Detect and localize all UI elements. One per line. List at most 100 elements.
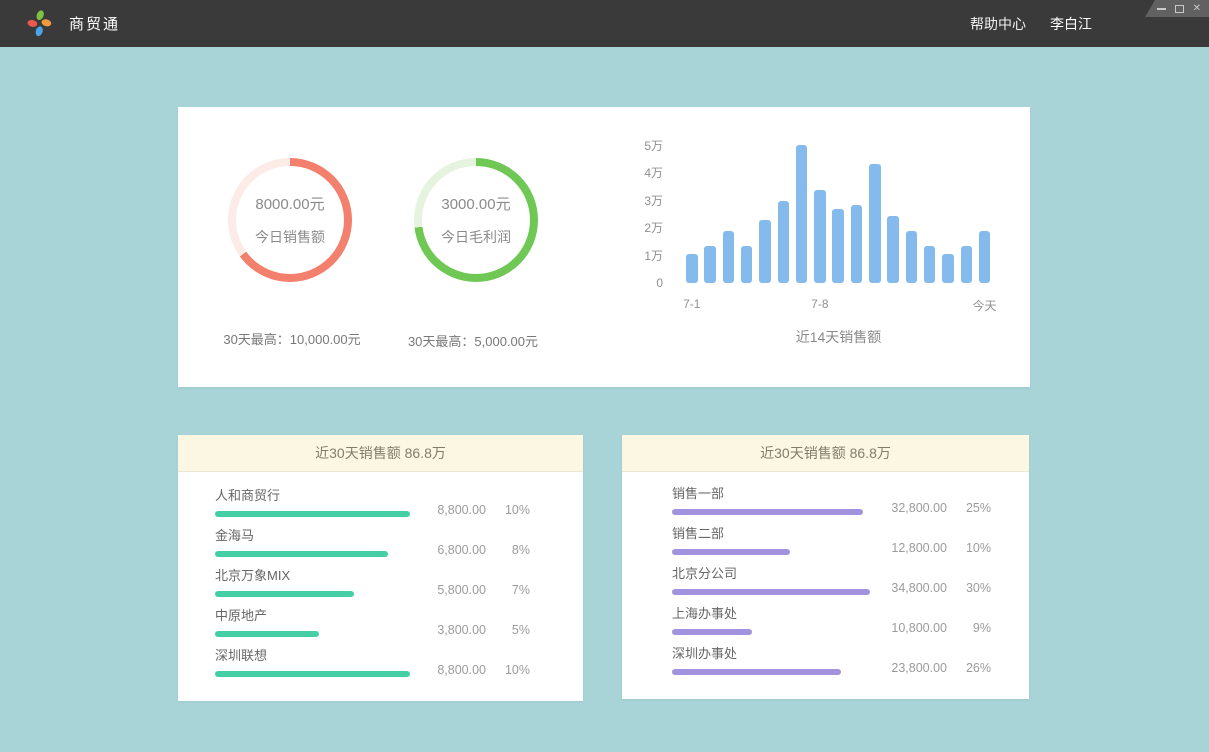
row-bar xyxy=(215,511,410,517)
today-sales-label: 今日销售额 xyxy=(255,227,325,247)
row-name: 深圳联想 xyxy=(215,646,530,664)
row-bar xyxy=(672,589,870,595)
titlebar: 商贸通 帮助中心 李白江 ✕ xyxy=(0,0,1209,47)
row-amount: 32,800.00 xyxy=(891,501,947,515)
row-bar xyxy=(672,629,752,635)
daily-sales-y-axis: 01万2万3万4万5万 xyxy=(608,143,663,283)
row-name: 北京万象MIX xyxy=(215,566,530,584)
row-values: 32,800.00 25% xyxy=(891,501,991,515)
row-amount: 10,800.00 xyxy=(891,621,947,635)
today-sales-value: 8000.00元 xyxy=(255,193,324,214)
row-amount: 3,800.00 xyxy=(437,623,486,637)
list-row: 深圳联想8,800.00 10% xyxy=(215,646,530,686)
today-profit-value: 3000.00元 xyxy=(441,193,510,214)
overview-panel: 8000.00元 今日销售额 30天最高：10,000.00元 3000.00元… xyxy=(178,107,1030,387)
sales-bar-day-3 xyxy=(723,231,735,283)
row-amount: 8,800.00 xyxy=(437,503,486,517)
window-controls: ✕ xyxy=(1145,0,1209,17)
list-row: 中原地产3,800.00 5% xyxy=(215,606,530,646)
username-menu[interactable]: 李白江 xyxy=(1050,14,1092,34)
x-axis-tick: 7-8 xyxy=(811,297,828,311)
department-sales-list: 销售一部32,800.0025%销售二部12,800.0010%北京分公司34,… xyxy=(622,472,1029,684)
row-values: 8,800.00 10% xyxy=(437,503,530,517)
row-amount: 6,800.00 xyxy=(437,543,486,557)
department-sales-panel: 近30天销售额 86.8万 销售一部32,800.00 25% 销售二部12,800… xyxy=(622,435,1029,699)
department-panel-title: 近30天销售额 86.8万 xyxy=(622,435,1029,472)
row-percent: 10% xyxy=(498,503,530,517)
row-name: 金海马 xyxy=(215,526,530,544)
row-name: 深圳办事处 xyxy=(672,644,991,662)
sales-bar-day-8 xyxy=(814,190,826,283)
y-axis-tick: 4万 xyxy=(608,166,663,180)
row-percent: 25% xyxy=(959,501,991,515)
sales-bar-day-1 xyxy=(686,254,698,283)
customer-panel-title: 近30天销售额 86.8万 xyxy=(178,435,583,472)
app-title: 商贸通 xyxy=(69,13,120,34)
list-row: 金海马6,800.00 8% xyxy=(215,526,530,566)
help-center-link[interactable]: 帮助中心 xyxy=(970,14,1026,34)
minimize-icon[interactable] xyxy=(1157,8,1166,10)
row-values: 10,800.00 9% xyxy=(891,621,991,635)
today-profit-label: 今日毛利润 xyxy=(441,227,511,247)
row-values: 8,800.00 10% xyxy=(437,663,530,677)
sales-bar-day-10 xyxy=(851,205,863,283)
y-axis-tick: 1万 xyxy=(608,249,663,263)
y-axis-tick: 5万 xyxy=(608,139,663,153)
close-icon[interactable]: ✕ xyxy=(1193,4,1201,14)
row-name: 上海办事处 xyxy=(672,604,991,622)
y-axis-tick: 0 xyxy=(608,276,663,290)
row-values: 34,800.00 30% xyxy=(891,581,991,595)
x-axis-tick: 7-1 xyxy=(683,297,700,311)
row-percent: 10% xyxy=(498,663,530,677)
maximize-icon[interactable] xyxy=(1175,5,1184,13)
row-values: 5,800.007% xyxy=(437,583,530,597)
list-row: 深圳办事处23,800.00 26% xyxy=(672,644,991,684)
row-name: 销售二部 xyxy=(672,524,991,542)
row-amount: 23,800.00 xyxy=(891,661,947,675)
list-row: 销售一部32,800.00 25% xyxy=(672,484,991,524)
customer-sales-panel: 近30天销售额 86.8万 人和商贸行8,800.0010%金海马6,800.0… xyxy=(178,435,583,701)
sales-bar-day-6 xyxy=(778,201,790,283)
row-name: 中原地产 xyxy=(215,606,530,624)
row-name: 北京分公司 xyxy=(672,564,991,582)
row-values: 12,800.0010% xyxy=(891,541,991,555)
row-percent: 30% xyxy=(959,581,991,595)
row-amount: 8,800.00 xyxy=(437,663,486,677)
sales-bar-day-17 xyxy=(979,231,991,283)
sales-bar-day-7 xyxy=(796,145,808,283)
row-amount: 34,800.00 xyxy=(891,581,947,595)
y-axis-tick: 2万 xyxy=(608,221,663,235)
row-name: 人和商贸行 xyxy=(215,486,530,504)
sales-bar-day-15 xyxy=(942,254,954,283)
row-percent: 26% xyxy=(959,661,991,675)
daily-sales-chart-title: 近14天销售额 xyxy=(686,327,991,347)
sales-bar-day-2 xyxy=(704,246,716,283)
today-sales-gauge: 8000.00元 今日销售额 xyxy=(228,158,352,282)
list-row: 北京分公司34,800.00 30% xyxy=(672,564,991,604)
daily-sales-x-axis: 7-17-8今天 xyxy=(686,297,991,313)
row-name: 销售一部 xyxy=(672,484,991,502)
list-row: 上海办事处10,800.00 9% xyxy=(672,604,991,644)
sales-bar-day-4 xyxy=(741,246,753,283)
daily-sales-plot xyxy=(686,143,991,283)
x-axis-tick: 今天 xyxy=(973,297,997,314)
row-percent: 9% xyxy=(959,621,991,635)
sales-bar-day-5 xyxy=(759,220,771,283)
row-amount: 12,800.00 xyxy=(891,541,947,555)
row-percent: 5% xyxy=(498,623,530,637)
sales-bar-day-14 xyxy=(924,246,936,283)
row-bar xyxy=(215,631,319,637)
list-row: 销售二部12,800.0010% xyxy=(672,524,991,564)
list-row: 人和商贸行8,800.00 10% xyxy=(215,486,530,526)
sales-bar-day-12 xyxy=(887,216,899,283)
list-row: 北京万象MIX5,800.007% xyxy=(215,566,530,606)
row-bar xyxy=(215,591,354,597)
sales-bar-day-9 xyxy=(832,209,844,283)
row-percent: 7% xyxy=(498,583,530,597)
row-percent: 8% xyxy=(498,543,530,557)
row-bar xyxy=(672,509,863,515)
y-axis-tick: 3万 xyxy=(608,194,663,208)
today-profit-30day-max: 30天最高：5,000.00元 xyxy=(363,331,583,350)
gauge-inner: 8000.00元 今日销售额 xyxy=(236,166,344,274)
row-bar xyxy=(672,549,790,555)
